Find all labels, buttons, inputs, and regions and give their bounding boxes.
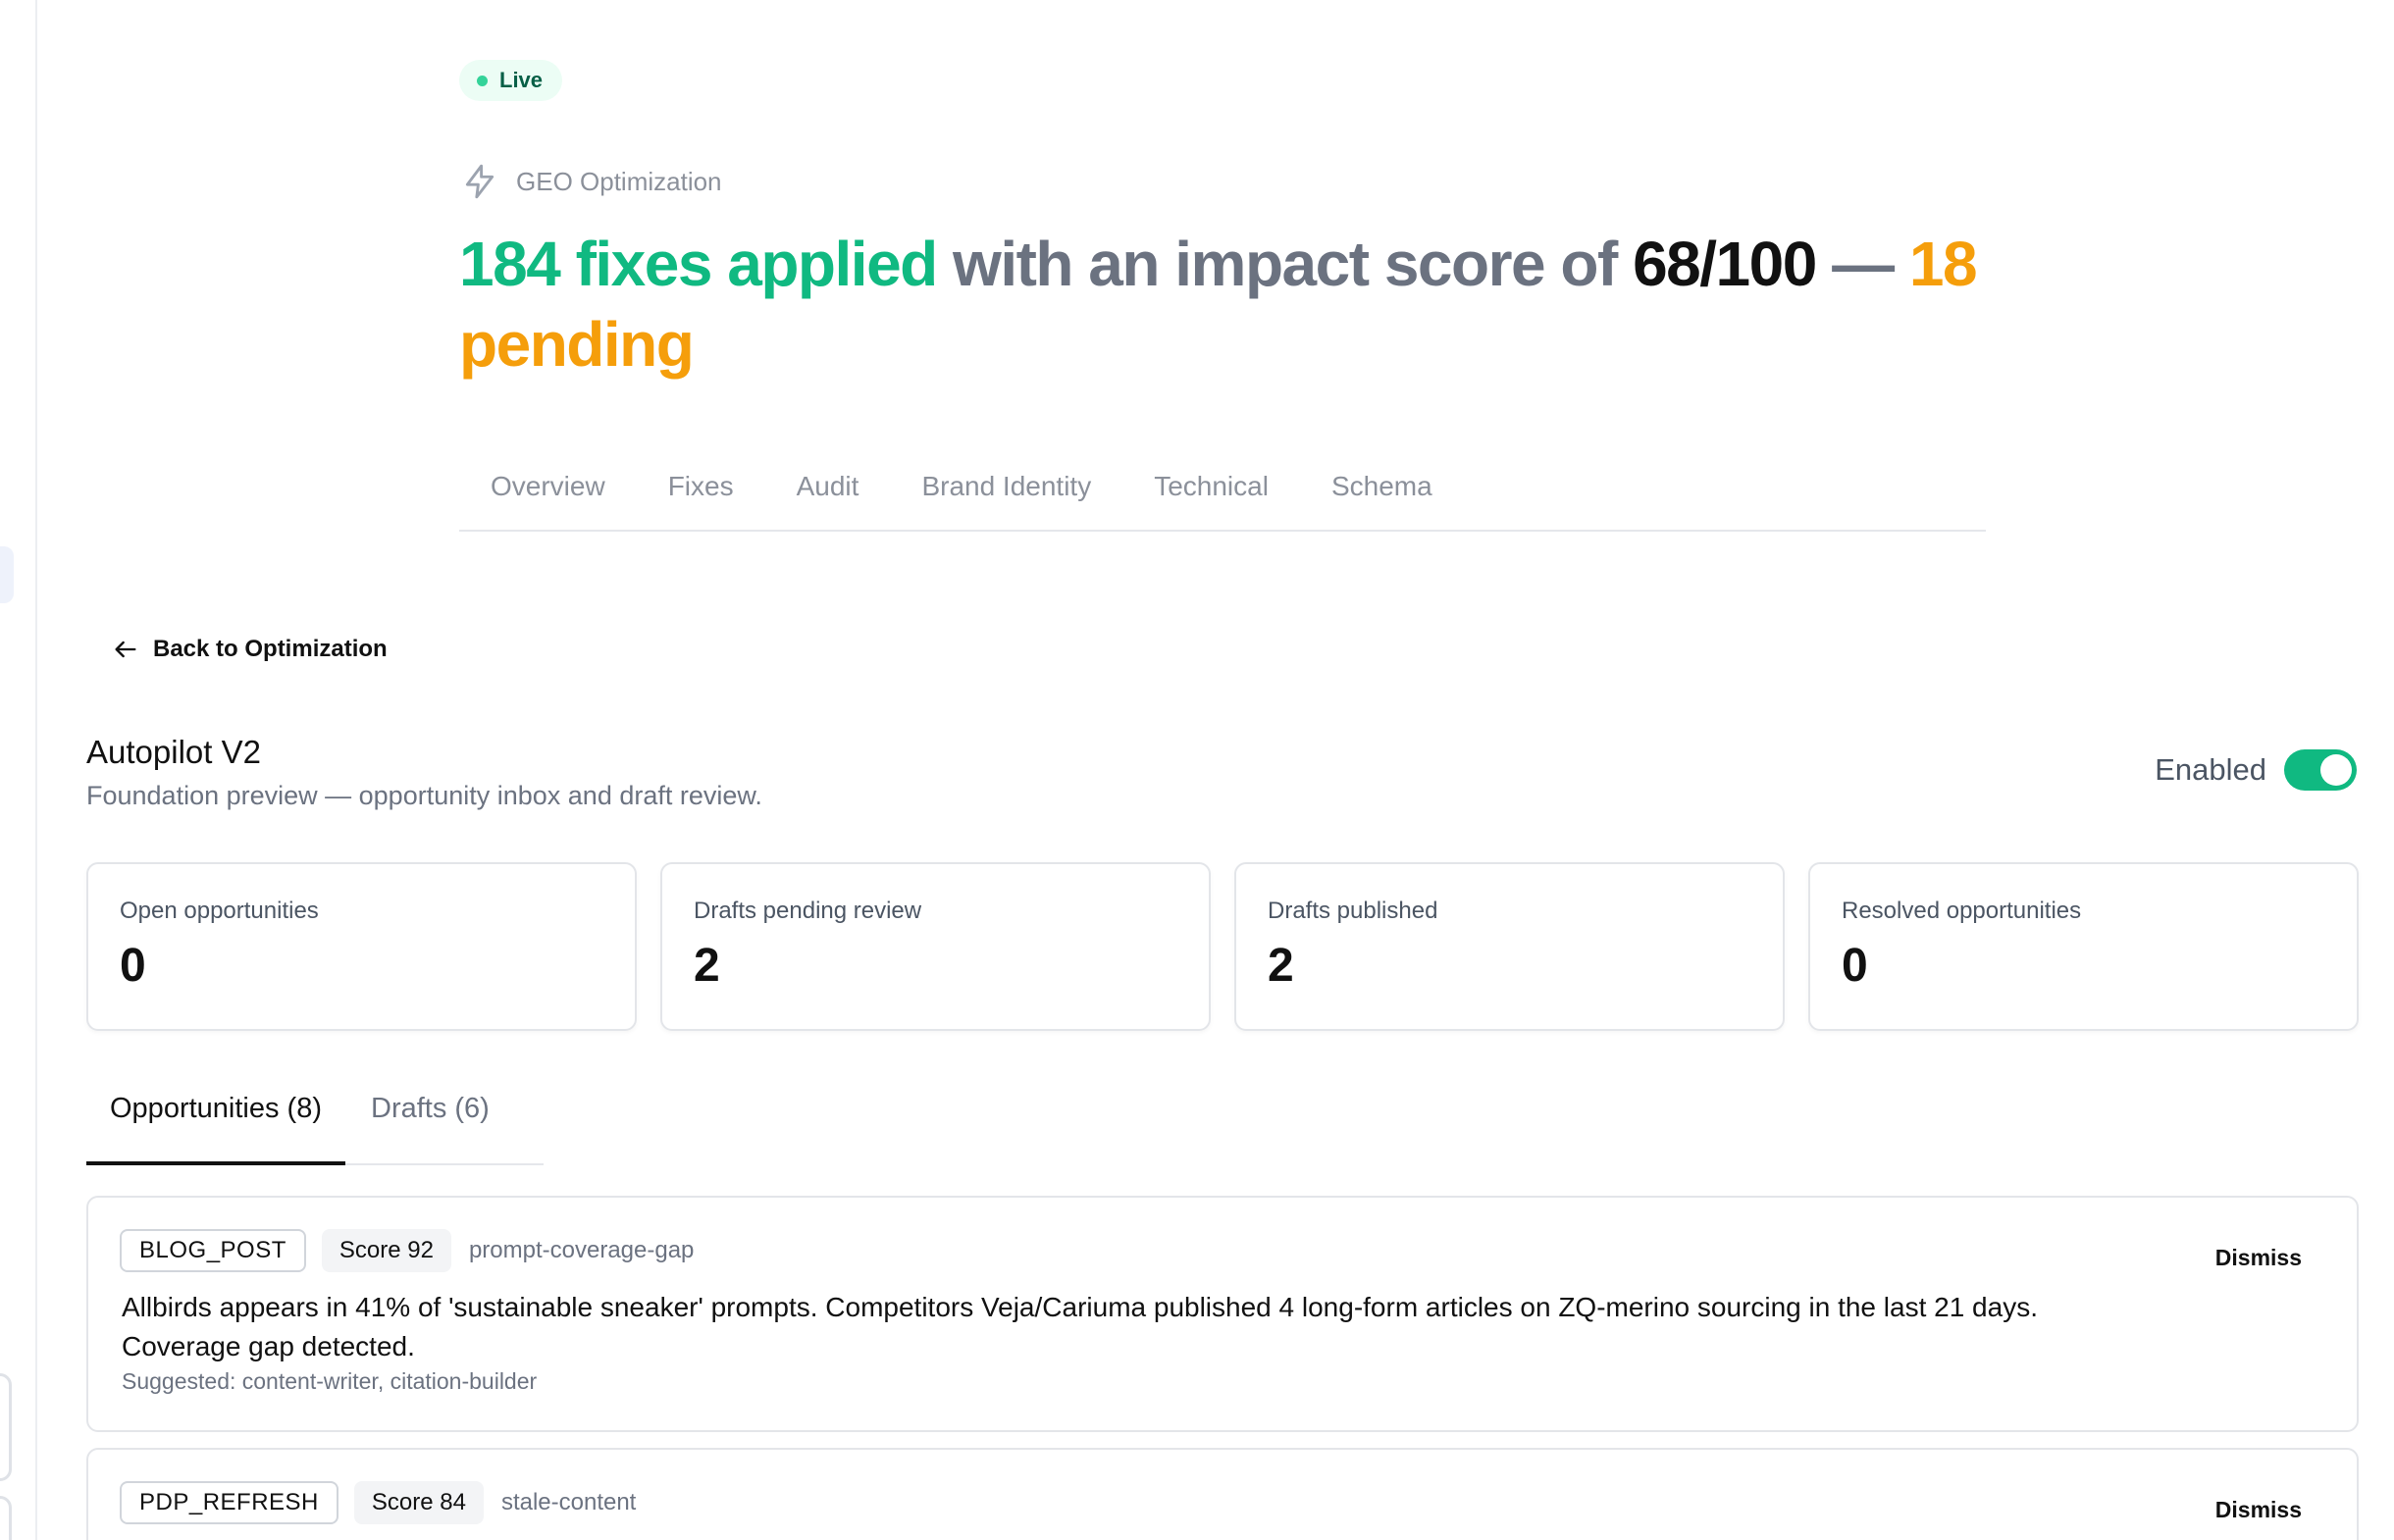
- opportunity-card: BLOG_POST Score 92 prompt-coverage-gap A…: [86, 1196, 2359, 1432]
- opportunity-score-chip: Score 92: [321, 1229, 451, 1272]
- tab-audit[interactable]: Audit: [765, 461, 891, 532]
- stat-card-open-opportunities: Open opportunities 0: [86, 862, 637, 1031]
- tab-technical[interactable]: Technical: [1122, 461, 1300, 532]
- dismiss-button[interactable]: Dismiss: [2215, 1245, 2302, 1271]
- toggle-label: Enabled: [2155, 752, 2266, 787]
- arrow-left-icon: [115, 641, 136, 658]
- opportunity-type-chip: BLOG_POST: [120, 1229, 306, 1272]
- page-headline: 184 fixes applied with an impact score o…: [459, 224, 2009, 385]
- left-sidebar-rail: [0, 0, 37, 1540]
- opportunity-score-chip: Score 84: [353, 1481, 484, 1524]
- stat-value: 2: [694, 940, 720, 992]
- stat-card-drafts-pending: Drafts pending review 2: [660, 862, 1211, 1031]
- live-status-label: Live: [499, 68, 544, 92]
- enabled-toggle[interactable]: [2284, 749, 2357, 791]
- tab-overview[interactable]: Overview: [459, 461, 637, 532]
- stat-label: Open opportunities: [120, 898, 319, 924]
- opportunity-header: PDP_REFRESH Score 84 stale-content: [120, 1481, 636, 1524]
- stat-label: Drafts pending review: [694, 898, 922, 924]
- stat-value: 2: [1268, 940, 1294, 992]
- back-to-optimization-link[interactable]: Back to Optimization: [112, 636, 388, 663]
- opportunity-card: PDP_REFRESH Score 84 stale-content Dismi…: [86, 1448, 2359, 1540]
- headline-dash: —: [1815, 229, 1909, 299]
- status-dot-icon: [477, 75, 488, 86]
- stat-label: Drafts published: [1268, 898, 1438, 924]
- opportunity-tag: prompt-coverage-gap: [468, 1237, 695, 1263]
- tab-fixes[interactable]: Fixes: [637, 461, 765, 532]
- section-title: GEO Optimization: [516, 166, 722, 196]
- top-nav-tabs: Overview Fixes Audit Brand Identity Tech…: [459, 461, 1986, 532]
- page-title: Autopilot V2: [86, 734, 261, 770]
- enabled-toggle-row: Enabled: [2155, 749, 2357, 791]
- tab-opportunities[interactable]: Opportunities (8): [86, 1079, 345, 1165]
- section-label: GEO Optimization: [461, 162, 722, 201]
- sidebar-active-indicator: [0, 546, 14, 603]
- sidebar-widget[interactable]: [0, 1373, 12, 1481]
- toggle-knob: [2320, 754, 2352, 786]
- opportunity-suggested: Suggested: content-writer, citation-buil…: [122, 1368, 538, 1394]
- stat-value: 0: [120, 940, 146, 992]
- content-tabs: Opportunities (8) Drafts (6): [86, 1079, 544, 1165]
- opportunity-type-chip: PDP_REFRESH: [120, 1481, 338, 1524]
- stat-card-drafts-published: Drafts published 2: [1234, 862, 1785, 1031]
- headline-middle: with an impact score of: [936, 229, 1634, 299]
- sidebar-widget-secondary[interactable]: [0, 1496, 12, 1540]
- live-status-badge: Live: [459, 60, 563, 101]
- stat-label: Resolved opportunities: [1842, 898, 2082, 924]
- tab-drafts[interactable]: Drafts (6): [345, 1079, 515, 1165]
- stats-row: Open opportunities 0 Drafts pending revi…: [86, 862, 2359, 1031]
- headline-score: 68/100: [1633, 229, 1817, 299]
- back-link-label: Back to Optimization: [153, 636, 388, 662]
- tab-brand-identity[interactable]: Brand Identity: [890, 461, 1122, 532]
- headline-fixes: 184 fixes applied: [459, 229, 938, 299]
- page-subtitle: Foundation preview — opportunity inbox a…: [86, 781, 762, 810]
- tab-schema[interactable]: Schema: [1300, 461, 1464, 532]
- lightning-bolt-icon: [465, 164, 494, 199]
- opportunity-tag: stale-content: [500, 1489, 637, 1515]
- opportunity-description: Allbirds appears in 41% of 'sustainable …: [122, 1292, 2038, 1361]
- stat-card-resolved-opportunities: Resolved opportunities 0: [1808, 862, 2359, 1031]
- opportunity-header: BLOG_POST Score 92 prompt-coverage-gap: [120, 1229, 694, 1272]
- stat-value: 0: [1842, 940, 1868, 992]
- dismiss-button[interactable]: Dismiss: [2215, 1497, 2302, 1523]
